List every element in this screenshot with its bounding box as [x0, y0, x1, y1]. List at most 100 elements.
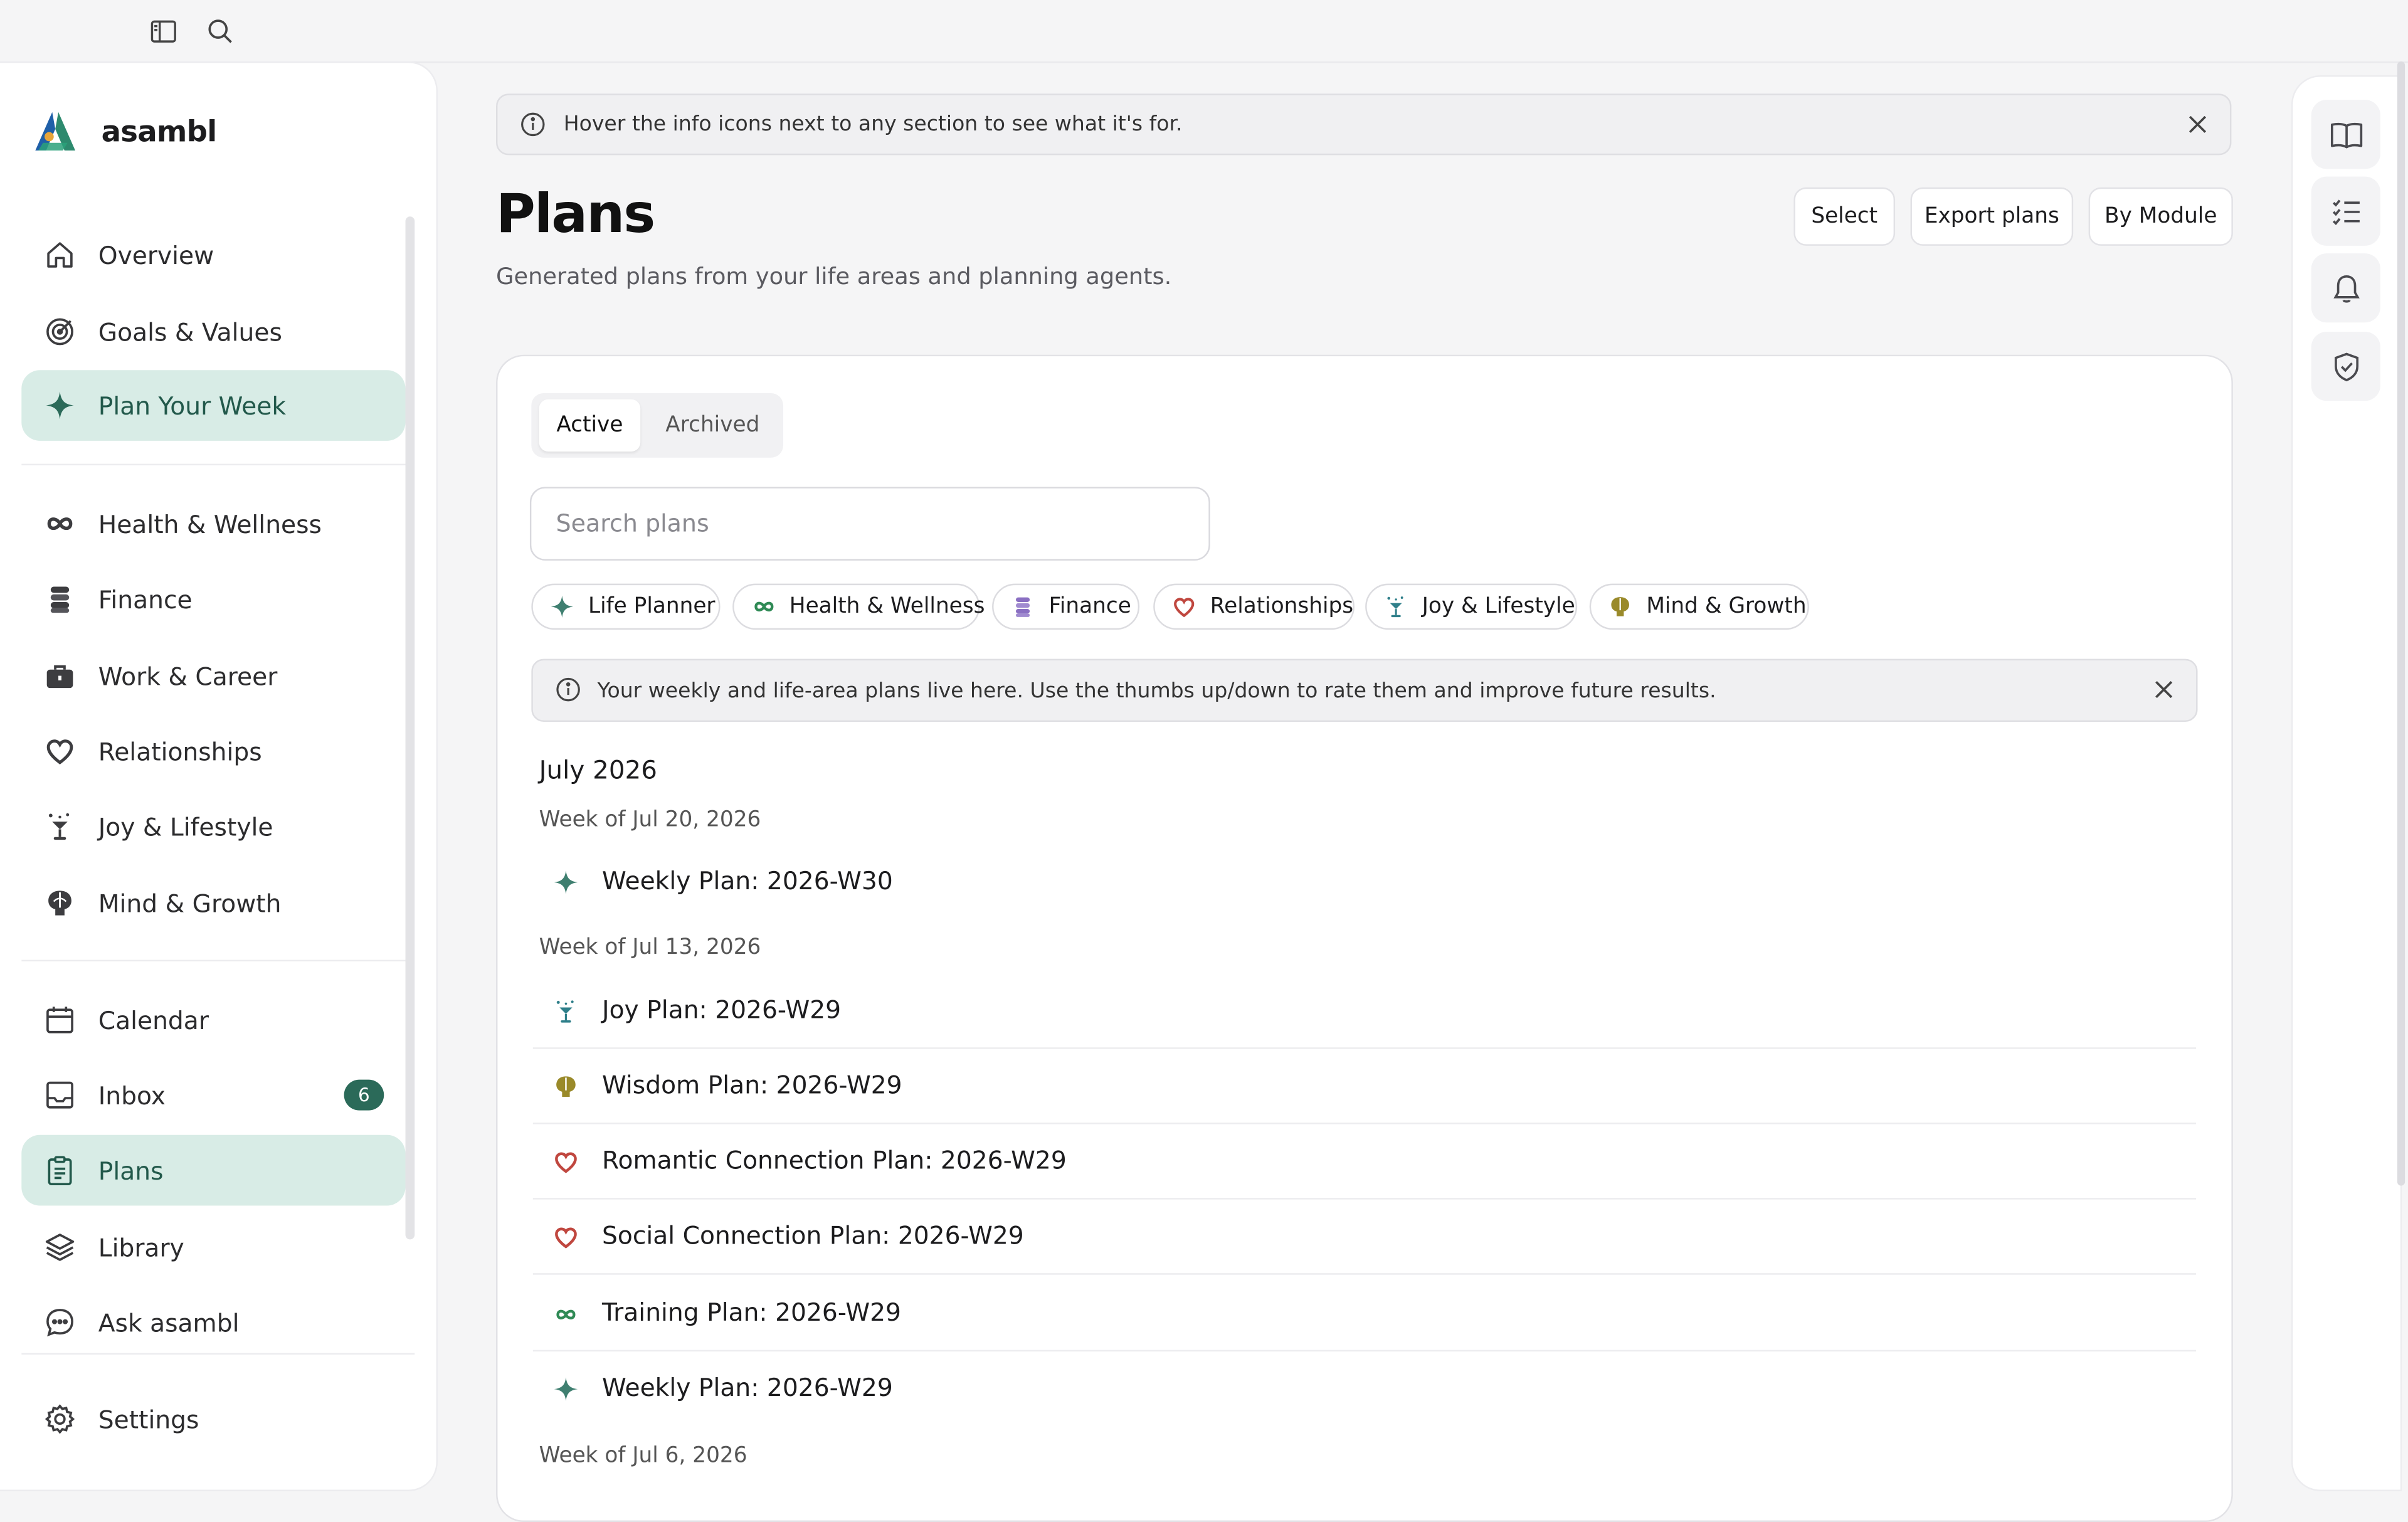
calendar-icon	[43, 1003, 77, 1037]
search-icon[interactable]	[204, 15, 235, 46]
gear-icon	[43, 1402, 77, 1436]
sidebar-item-settings[interactable]: Settings	[21, 1384, 405, 1455]
sparkle-icon	[553, 1376, 579, 1402]
sidebar-toggle-icon[interactable]	[147, 15, 178, 46]
sidebar-item-inbox[interactable]: Inbox 6	[21, 1060, 405, 1131]
sidebar-item-label: Plan Your Week	[98, 391, 287, 420]
plan-row[interactable]: Joy Plan: 2026-W29	[532, 974, 2197, 1049]
sidebar-item-label: Finance	[98, 584, 193, 614]
sidebar-item-label: Work & Career	[98, 661, 278, 690]
month-heading: July 2026	[539, 755, 657, 785]
cocktail-icon	[1384, 595, 1408, 619]
sparkle-icon	[43, 389, 77, 423]
brain-icon	[1608, 595, 1632, 619]
info-banner-text: Your weekly and life-area plans live her…	[597, 679, 1716, 704]
sidebar-item-label: Inbox	[98, 1080, 166, 1110]
sidebar-item-overview[interactable]: Overview	[21, 219, 405, 290]
inbox-count-badge: 6	[344, 1079, 384, 1111]
logo-icon	[31, 109, 80, 155]
shield-check-icon[interactable]	[2311, 331, 2380, 401]
layers-icon	[43, 1230, 77, 1264]
cocktail-icon	[43, 810, 77, 843]
sidebar-item-relationships[interactable]: Relationships	[21, 716, 405, 786]
book-icon[interactable]	[2311, 100, 2380, 169]
sidebar-item-label: Settings	[98, 1404, 199, 1434]
close-icon[interactable]	[2153, 679, 2174, 700]
heart-icon	[43, 734, 77, 768]
sidebar-item-calendar[interactable]: Calendar	[21, 985, 405, 1055]
sidebar-item-ask-asambl[interactable]: Ask asambl	[21, 1287, 405, 1358]
infinity-icon	[43, 507, 77, 541]
search-input[interactable]: Search plans	[529, 487, 1210, 561]
plan-title: Joy Plan: 2026-W29	[602, 995, 842, 1025]
brain-icon	[43, 886, 77, 920]
tab-active[interactable]: Active	[539, 399, 641, 452]
filter-chip-label: Health & Wellness	[789, 594, 985, 619]
briefcase-icon	[43, 659, 77, 693]
sidebar-item-mind-growth[interactable]: Mind & Growth	[21, 868, 405, 939]
sidebar-item-joy-lifestyle[interactable]: Joy & Lifestyle	[21, 791, 405, 862]
sidebar-item-label: Health & Wellness	[98, 509, 322, 539]
filter-chip-label: Life Planner	[588, 594, 716, 619]
week-heading: Week of Jul 6, 2026	[539, 1444, 747, 1469]
cocktail-icon	[553, 998, 579, 1025]
filter-chip-finance[interactable]: Finance	[992, 583, 1140, 630]
sidebar-item-label: Goals & Values	[98, 317, 282, 347]
plan-tabs: Active Archived	[531, 393, 783, 458]
info-icon	[520, 112, 545, 137]
sparkle-icon	[553, 869, 579, 896]
sidebar-item-label: Joy & Lifestyle	[98, 811, 273, 841]
hint-banner-text: Hover the info icons next to any section…	[563, 112, 1183, 137]
sidebar-item-goals-values[interactable]: Goals & Values	[21, 297, 405, 367]
sidebar-item-plan-your-week[interactable]: Plan Your Week	[21, 370, 406, 441]
sidebar-item-plans[interactable]: Plans	[21, 1134, 406, 1206]
home-icon	[43, 238, 77, 272]
info-banner: Your weekly and life-area plans live her…	[531, 658, 2198, 722]
filter-chip-mind-growth[interactable]: Mind & Growth	[1589, 583, 1809, 630]
close-icon[interactable]	[2187, 114, 2208, 135]
sidebar-divider	[21, 959, 406, 962]
heart-icon	[1172, 595, 1196, 619]
infinity-icon	[751, 595, 776, 619]
sidebar-item-label: Library	[98, 1232, 184, 1262]
filter-chip-health-wellness[interactable]: Health & Wellness	[732, 583, 985, 630]
plan-title: Social Connection Plan: 2026-W29	[602, 1220, 1024, 1250]
sidebar-divider	[21, 1353, 415, 1355]
plan-row[interactable]: Training Plan: 2026-W29	[532, 1276, 2197, 1352]
sidebar-divider	[21, 463, 406, 466]
coins-icon	[43, 582, 77, 616]
sidebar-item-finance[interactable]: Finance	[21, 564, 405, 635]
plan-row[interactable]: Social Connection Plan: 2026-W29	[532, 1200, 2197, 1275]
filter-chip-label: Finance	[1048, 594, 1131, 619]
sidebar-scrollbar[interactable]	[405, 216, 415, 1240]
heart-icon	[553, 1149, 579, 1175]
page-subtitle: Generated plans from your life areas and…	[496, 262, 1172, 290]
plan-row[interactable]: Weekly Plan: 2026-W30	[533, 845, 2196, 920]
bell-icon[interactable]	[2311, 253, 2380, 323]
checklist-icon[interactable]	[2311, 176, 2380, 246]
sidebar-item-library[interactable]: Library	[21, 1212, 405, 1282]
plan-row[interactable]: Wisdom Plan: 2026-W29	[532, 1049, 2197, 1124]
select-button[interactable]: Select	[1793, 187, 1896, 246]
right-rail	[2293, 77, 2400, 1490]
page-scrollbar[interactable]	[2397, 61, 2405, 1186]
sidebar-item-label: Plans	[98, 1155, 164, 1185]
sidebar: asambl Overview Goals & Values Plan Your…	[0, 63, 436, 1490]
export-plans-button[interactable]: Export plans	[1910, 187, 2074, 246]
tab-archived[interactable]: Archived	[651, 399, 774, 452]
sidebar-item-work-career[interactable]: Work & Career	[21, 640, 405, 711]
search-placeholder: Search plans	[556, 510, 709, 538]
plan-title: Training Plan: 2026-W29	[602, 1297, 901, 1327]
plan-title: Weekly Plan: 2026-W30	[602, 866, 893, 896]
plan-title: Romantic Connection Plan: 2026-W29	[602, 1145, 1067, 1175]
sidebar-item-health-wellness[interactable]: Health & Wellness	[21, 489, 405, 559]
plan-row[interactable]: Weekly Plan: 2026-W29	[533, 1351, 2196, 1427]
by-module-button[interactable]: By Module	[2088, 187, 2233, 246]
heart-icon	[553, 1224, 579, 1250]
plan-row[interactable]: Romantic Connection Plan: 2026-W29	[532, 1124, 2197, 1200]
filter-chip-joy-lifestyle[interactable]: Joy & Lifestyle	[1365, 583, 1578, 630]
brain-icon	[553, 1074, 579, 1100]
filter-chip-life-planner[interactable]: Life Planner	[531, 583, 721, 630]
filter-chip-relationships[interactable]: Relationships	[1153, 583, 1355, 630]
brand[interactable]: asambl	[31, 109, 217, 155]
